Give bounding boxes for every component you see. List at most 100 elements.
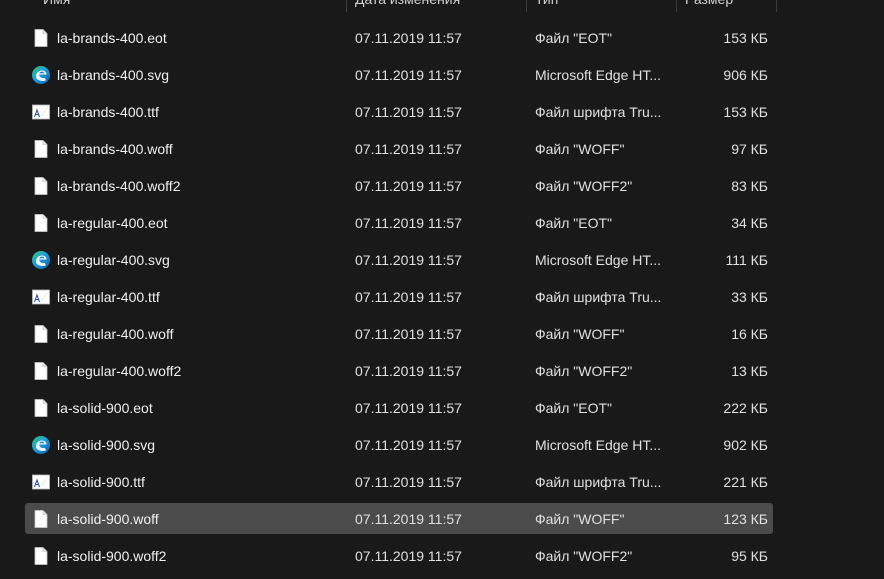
file-icon-cell	[31, 501, 51, 538]
file-icon-cell	[31, 94, 51, 131]
file-type: Файл "WOFF2"	[535, 363, 633, 379]
file-size: 222 КБ	[723, 400, 768, 416]
file-type: Файл шрифта Tru...	[535, 289, 662, 305]
file-type: Microsoft Edge HT...	[535, 67, 662, 83]
file-row[interactable]: la-regular-400.svg 07.11.2019 11:57 Micros…	[0, 242, 884, 279]
file-row[interactable]: la-brands-400.svg 07.11.2019 11:57 Microso…	[0, 57, 884, 94]
column-header-name[interactable]: Имя	[35, 0, 347, 12]
file-row[interactable]: la-brands-400.woff 07.11.2019 11:57 Файл "…	[0, 131, 884, 168]
column-header-bar: Имя Дата изменения Тип Размер	[0, 0, 884, 12]
file-name: la-brands-400.woff	[57, 141, 173, 157]
file-size: 902 КБ	[723, 437, 768, 453]
font-file-icon	[31, 287, 51, 307]
generic-file-icon	[31, 361, 51, 381]
file-date-modified: 07.11.2019 11:57	[355, 548, 462, 564]
file-date-modified: 07.11.2019 11:57	[355, 363, 462, 379]
file-name: la-brands-400.woff2	[57, 178, 181, 194]
column-header-type[interactable]: Тип	[527, 0, 677, 12]
file-date-modified: 07.11.2019 11:57	[355, 30, 462, 46]
file-row[interactable]: la-regular-400.woff2 07.11.2019 11:57 Файл…	[0, 353, 884, 390]
column-header-size[interactable]: Размер	[677, 0, 777, 12]
file-name: la-regular-400.svg	[57, 252, 170, 268]
file-type: Файл "WOFF"	[535, 141, 625, 157]
file-date-modified: 07.11.2019 11:57	[355, 289, 462, 305]
file-icon-cell	[31, 131, 51, 168]
generic-file-icon	[31, 324, 51, 344]
file-size: 16 КБ	[731, 326, 768, 342]
generic-file-icon	[31, 139, 51, 159]
file-row[interactable]: la-regular-400.eot 07.11.2019 11:57 Файл "…	[0, 205, 884, 242]
file-row[interactable]: la-solid-900.woff2 07.11.2019 11:57 Файл "…	[0, 538, 884, 575]
file-date-modified: 07.11.2019 11:57	[355, 511, 462, 527]
file-icon-cell	[31, 316, 51, 353]
file-size: 95 КБ	[731, 548, 768, 564]
file-row[interactable]: la-regular-400.ttf 07.11.2019 11:57 Файл ш…	[0, 279, 884, 316]
file-name: la-brands-400.eot	[57, 30, 167, 46]
file-type: Файл "EOT"	[535, 30, 613, 46]
file-name: la-brands-400.svg	[57, 67, 170, 83]
file-rows: la-brands-400.eot 07.11.2019 11:57 Файл "E…	[0, 20, 884, 575]
file-type: Файл "WOFF"	[535, 511, 625, 527]
file-icon-cell	[31, 205, 51, 242]
file-icon-cell	[31, 57, 51, 94]
file-name: la-solid-900.svg	[57, 437, 156, 453]
file-size: 221 КБ	[723, 474, 768, 490]
file-date-modified: 07.11.2019 11:57	[355, 437, 462, 453]
file-row[interactable]: la-solid-900.svg 07.11.2019 11:57 Microsof…	[0, 427, 884, 464]
file-size: 123 КБ	[723, 511, 768, 527]
file-size: 34 КБ	[731, 215, 768, 231]
file-date-modified: 07.11.2019 11:57	[355, 178, 462, 194]
edge-icon	[31, 250, 51, 270]
file-row[interactable]: la-solid-900.woff 07.11.2019 11:57 Файл "W…	[0, 501, 884, 538]
generic-file-icon	[31, 398, 51, 418]
file-type: Файл "WOFF2"	[535, 548, 633, 564]
file-icon-cell	[31, 464, 51, 501]
file-name: la-solid-900.woff2	[57, 548, 167, 564]
font-file-icon	[31, 102, 51, 122]
file-icon-cell	[31, 168, 51, 205]
file-name: la-regular-400.eot	[57, 215, 168, 231]
edge-icon	[31, 435, 51, 455]
generic-file-icon	[31, 28, 51, 48]
file-name: la-solid-900.woff	[57, 511, 159, 527]
file-size: 83 КБ	[731, 178, 768, 194]
file-icon-cell	[31, 390, 51, 427]
file-type: Файл шрифта Tru...	[535, 474, 662, 490]
file-icon-cell	[31, 279, 51, 316]
file-date-modified: 07.11.2019 11:57	[355, 104, 462, 120]
file-row[interactable]: la-brands-400.ttf 07.11.2019 11:57 Файл шр…	[0, 94, 884, 131]
file-icon-cell	[31, 353, 51, 390]
file-row[interactable]: la-brands-400.woff2 07.11.2019 11:57 Файл …	[0, 168, 884, 205]
column-header-date-modified[interactable]: Дата изменения	[347, 0, 527, 12]
file-date-modified: 07.11.2019 11:57	[355, 474, 462, 490]
file-size: 111 КБ	[725, 252, 768, 268]
file-icon-cell	[31, 538, 51, 575]
file-row[interactable]: la-solid-900.eot 07.11.2019 11:57 Файл "EO…	[0, 390, 884, 427]
file-row[interactable]: la-solid-900.ttf 07.11.2019 11:57 Файл шри…	[0, 464, 884, 501]
file-list-pane: Имя Дата изменения Тип Размер la-brands-…	[0, 0, 884, 579]
file-date-modified: 07.11.2019 11:57	[355, 400, 462, 416]
file-type: Файл "WOFF2"	[535, 178, 633, 194]
file-name: la-regular-400.woff	[57, 326, 174, 342]
file-date-modified: 07.11.2019 11:57	[355, 326, 462, 342]
file-row[interactable]: la-brands-400.eot 07.11.2019 11:57 Файл "E…	[0, 20, 884, 57]
file-name: la-brands-400.ttf	[57, 104, 159, 120]
generic-file-icon	[31, 213, 51, 233]
file-date-modified: 07.11.2019 11:57	[355, 215, 462, 231]
file-size: 153 КБ	[723, 30, 768, 46]
file-size: 97 КБ	[731, 141, 768, 157]
file-type: Файл "EOT"	[535, 400, 613, 416]
file-size: 906 КБ	[723, 67, 768, 83]
generic-file-icon	[31, 176, 51, 196]
generic-file-icon	[31, 509, 51, 529]
file-row[interactable]: la-regular-400.woff 07.11.2019 11:57 Файл …	[0, 316, 884, 353]
edge-icon	[31, 65, 51, 85]
file-name: la-solid-900.eot	[57, 400, 153, 416]
file-icon-cell	[31, 242, 51, 279]
file-type: Microsoft Edge HT...	[535, 437, 662, 453]
file-type: Microsoft Edge HT...	[535, 252, 662, 268]
font-file-icon	[31, 472, 51, 492]
file-type: Файл "WOFF"	[535, 326, 625, 342]
file-name: la-solid-900.ttf	[57, 474, 145, 490]
file-size: 13 КБ	[731, 363, 768, 379]
